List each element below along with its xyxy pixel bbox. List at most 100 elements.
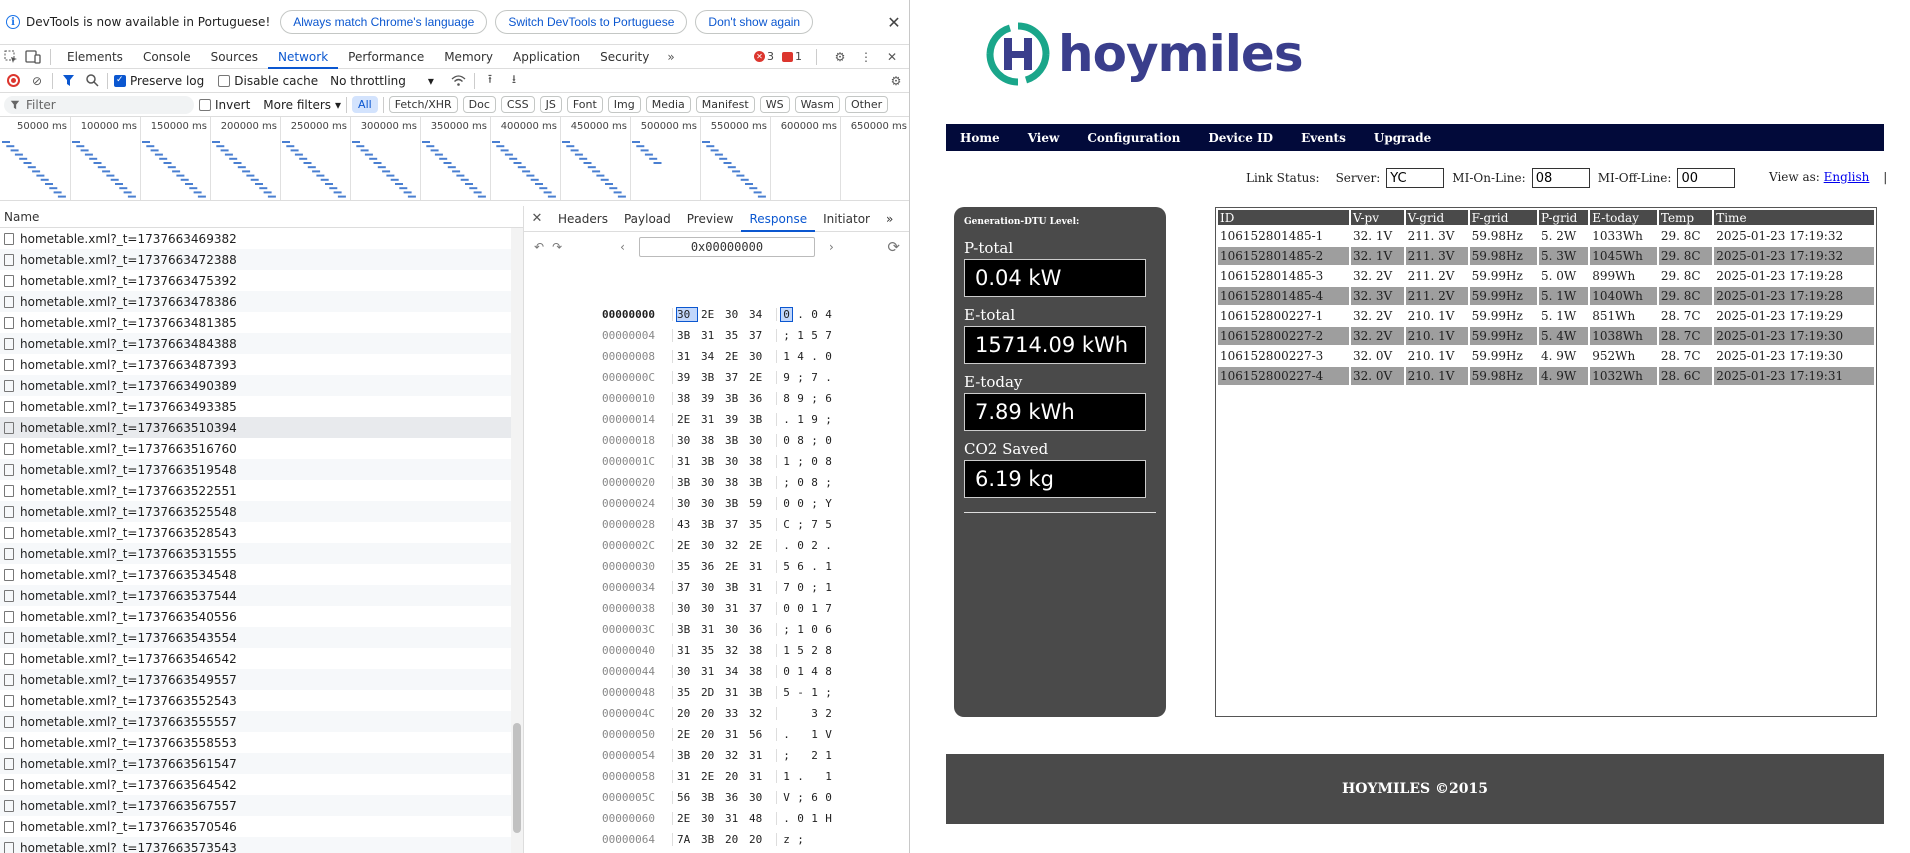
hex-byte[interactable]: 2E xyxy=(677,539,697,552)
hex-char[interactable]: 0 xyxy=(823,791,834,804)
hex-char[interactable]: 5 xyxy=(781,686,792,699)
hex-byte[interactable]: 2D xyxy=(701,686,721,699)
hex-char[interactable]: ; xyxy=(823,686,834,699)
hex-byte[interactable]: 20 xyxy=(701,707,721,720)
request-row[interactable]: hometable.xml?_t=1737663469382 xyxy=(0,228,523,249)
tab-initiator[interactable]: Initiator xyxy=(815,206,878,232)
hex-byte[interactable]: 32 xyxy=(749,707,769,720)
hex-byte[interactable]: 30 xyxy=(701,497,721,510)
request-row[interactable]: hometable.xml?_t=1737663573543 xyxy=(0,837,523,853)
hex-char[interactable]: 0 xyxy=(795,539,806,552)
tab-preview[interactable]: Preview xyxy=(679,206,742,232)
hex-byte[interactable]: 59 xyxy=(749,497,769,510)
filter-type-js[interactable]: JS xyxy=(539,96,562,113)
hex-byte[interactable]: 37 xyxy=(749,602,769,615)
hex-char[interactable]: ; xyxy=(795,833,806,846)
hex-byte[interactable]: 3B xyxy=(749,686,769,699)
hex-byte[interactable]: 34 xyxy=(701,350,721,363)
hex-char[interactable]: . xyxy=(781,413,792,426)
hex-char[interactable]: 9 xyxy=(781,371,792,384)
hex-char[interactable]: V xyxy=(781,791,792,804)
hex-byte[interactable]: 37 xyxy=(749,329,769,342)
hex-char[interactable]: 0 xyxy=(780,307,793,322)
hex-byte[interactable]: 30 xyxy=(725,308,745,321)
hex-char[interactable]: 6 xyxy=(795,560,806,573)
hex-byte[interactable]: 30 xyxy=(701,476,721,489)
refresh-icon[interactable]: ⟳ xyxy=(887,238,900,256)
hex-byte[interactable]: 39 xyxy=(725,413,745,426)
hex-char[interactable]: 0 xyxy=(823,350,834,363)
hex-char[interactable]: ; xyxy=(781,623,792,636)
hex-char[interactable]: 0 xyxy=(795,602,806,615)
hex-char[interactable]: 1 xyxy=(795,665,806,678)
hex-byte[interactable]: 30 xyxy=(725,455,745,468)
address-input[interactable]: 0x00000000 xyxy=(638,237,815,257)
hex-byte[interactable]: 33 xyxy=(725,707,745,720)
hex-byte[interactable]: 2E xyxy=(677,728,697,741)
hex-byte[interactable]: 36 xyxy=(749,392,769,405)
disable-cache-checkbox[interactable]: Disable cache xyxy=(218,74,318,88)
request-row[interactable]: hometable.xml?_t=1737663564542 xyxy=(0,774,523,795)
hex-byte[interactable]: 20 xyxy=(725,833,745,846)
hex-char[interactable]: 4 xyxy=(823,308,834,321)
hex-char[interactable]: - xyxy=(795,686,806,699)
more-detail-tabs-icon[interactable]: » xyxy=(878,206,901,232)
redo-icon[interactable]: ↷ xyxy=(552,240,562,254)
hex-byte[interactable]: 38 xyxy=(749,455,769,468)
hex-byte[interactable]: 31 xyxy=(725,728,745,741)
hex-byte[interactable]: 20 xyxy=(701,728,721,741)
request-row[interactable]: hometable.xml?_t=1737663472388 xyxy=(0,249,523,270)
hex-char[interactable]: 7 xyxy=(809,371,820,384)
hex-byte[interactable]: 36 xyxy=(725,791,745,804)
name-column-header[interactable]: Name xyxy=(0,206,523,228)
hex-byte[interactable]: 2E xyxy=(677,812,697,825)
filter-type-all[interactable]: All xyxy=(352,96,378,113)
hex-byte[interactable]: 31 xyxy=(749,749,769,762)
hex-char[interactable]: 0 xyxy=(809,308,820,321)
hex-byte[interactable]: 31 xyxy=(749,560,769,573)
hex-char[interactable]: 1 xyxy=(795,329,806,342)
hex-byte[interactable]: 35 xyxy=(677,686,697,699)
request-row[interactable]: hometable.xml?_t=1737663525548 xyxy=(0,501,523,522)
hex-char[interactable]: V xyxy=(823,728,834,741)
hex-char[interactable]: 4 xyxy=(809,665,820,678)
hex-char[interactable] xyxy=(809,833,820,846)
dont-show-again-button[interactable]: Don't show again xyxy=(695,10,814,34)
mi-offline-field[interactable] xyxy=(1677,168,1736,188)
hex-byte[interactable]: 3B xyxy=(677,329,697,342)
hex-byte[interactable]: 3B xyxy=(701,833,721,846)
filter-type-manifest[interactable]: Manifest xyxy=(695,96,755,113)
hex-char[interactable]: H xyxy=(823,812,834,825)
hex-byte[interactable]: 3B xyxy=(725,497,745,510)
hex-byte[interactable]: 38 xyxy=(749,665,769,678)
hex-char[interactable]: Y xyxy=(823,497,834,510)
server-field[interactable] xyxy=(1386,168,1445,188)
hex-char[interactable]: . xyxy=(823,539,834,552)
hex-char[interactable]: 8 xyxy=(823,644,834,657)
hex-byte[interactable]: 2E xyxy=(749,539,769,552)
hex-char[interactable]: 0 xyxy=(795,581,806,594)
request-row[interactable]: hometable.xml?_t=1737663493385 xyxy=(0,396,523,417)
request-row[interactable]: hometable.xml?_t=1737663519548 xyxy=(0,459,523,480)
hex-byte[interactable]: 31 xyxy=(677,455,697,468)
filter-type-font[interactable]: Font xyxy=(566,96,603,113)
switch-language-button[interactable]: Switch DevTools to Portuguese xyxy=(495,10,688,34)
hex-char[interactable]: 1 xyxy=(809,602,820,615)
request-row[interactable]: hometable.xml?_t=1737663487393 xyxy=(0,354,523,375)
filter-type-wasm[interactable]: Wasm xyxy=(794,96,840,113)
hex-byte[interactable]: 35 xyxy=(701,644,721,657)
request-row[interactable]: hometable.xml?_t=1737663567557 xyxy=(0,795,523,816)
hex-char[interactable]: 6 xyxy=(823,623,834,636)
preserve-log-checkbox[interactable]: Preserve log xyxy=(114,74,204,88)
hex-char[interactable]: ; xyxy=(809,434,820,447)
next-page-icon[interactable]: › xyxy=(829,240,834,254)
hex-char[interactable] xyxy=(795,707,806,720)
import-har-icon[interactable]: ⭱ xyxy=(481,72,499,90)
hex-byte[interactable]: 35 xyxy=(749,518,769,531)
hex-byte[interactable]: 36 xyxy=(701,560,721,573)
hex-char[interactable]: . xyxy=(823,371,834,384)
hex-byte[interactable]: 31 xyxy=(701,329,721,342)
filter-icon[interactable] xyxy=(59,72,77,90)
hex-char[interactable]: ; xyxy=(795,371,806,384)
hex-char[interactable]: ; xyxy=(823,413,834,426)
